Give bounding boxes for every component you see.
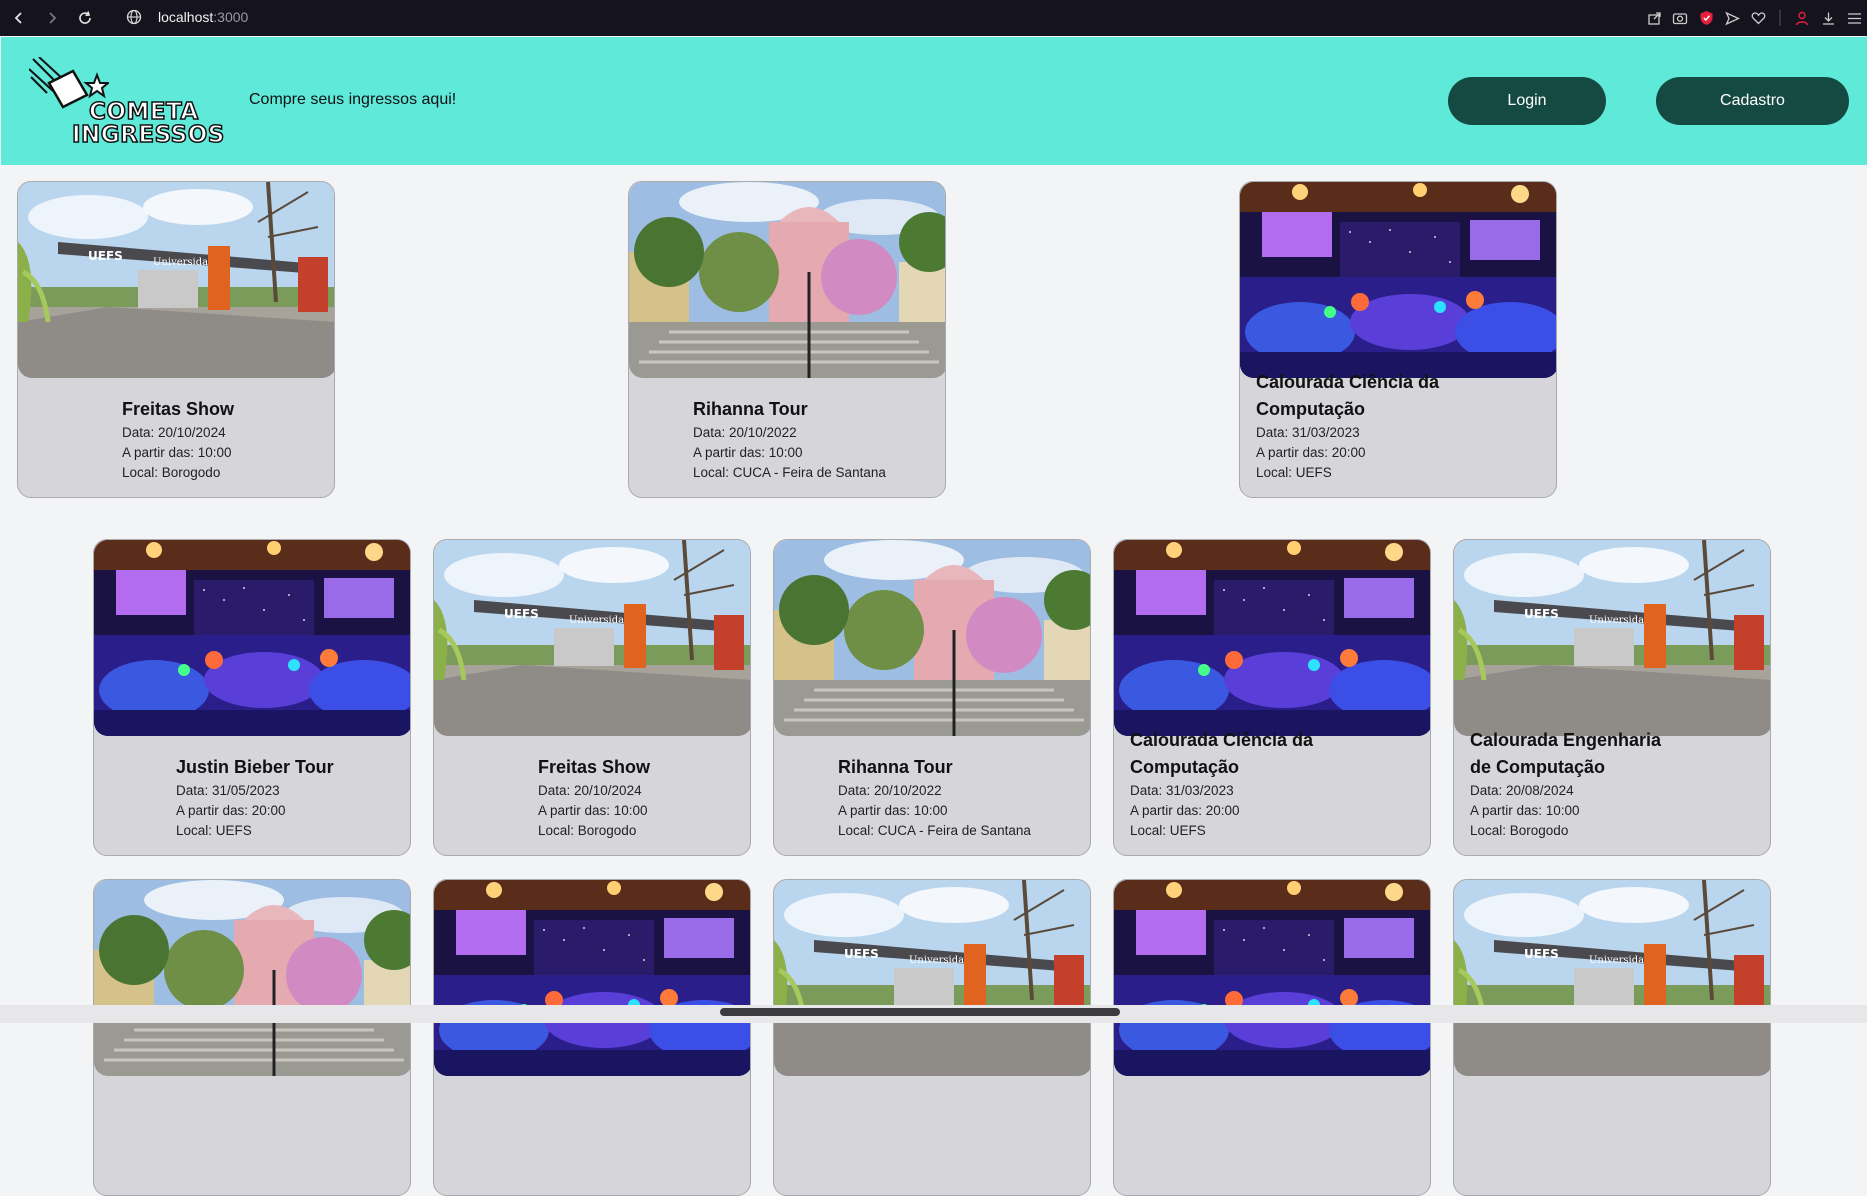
event-title: Freitas Show bbox=[538, 757, 651, 777]
share-icon[interactable] bbox=[1641, 8, 1667, 28]
svg-text:UEFS: UEFS bbox=[88, 249, 123, 263]
event-card[interactable] bbox=[433, 879, 751, 1196]
event-location: Local: Borogodo bbox=[1470, 823, 1569, 838]
browser-toolbar: localhost:3000 bbox=[0, 0, 1867, 36]
event-location: Local: UEFS bbox=[1256, 465, 1332, 480]
svg-text:UEFS: UEFS bbox=[1524, 947, 1559, 961]
event-card[interactable]: UEFS Universidade bbox=[1453, 879, 1771, 1196]
event-info: Rihanna Tour Data: 20/10/2022 A partir das… bbox=[774, 754, 1090, 841]
event-location: Local: CUCA - Feira de Santana bbox=[693, 465, 886, 480]
event-date: Data: 31/03/2023 bbox=[1256, 425, 1360, 440]
heart-icon[interactable] bbox=[1745, 8, 1771, 28]
svg-text:UEFS: UEFS bbox=[504, 607, 539, 621]
horizontal-scrollbar[interactable] bbox=[0, 1005, 1867, 1023]
event-time: A partir das: 10:00 bbox=[693, 445, 803, 460]
event-time: A partir das: 10:00 bbox=[122, 445, 232, 460]
event-card[interactable]: UEFS Universidade Freitas Show Data: 20/1… bbox=[17, 181, 335, 498]
event-title: Freitas Show bbox=[122, 399, 235, 419]
event-title: Calourada Ciência da Computação bbox=[1256, 372, 1440, 419]
globe-icon bbox=[126, 9, 142, 30]
camera-icon[interactable] bbox=[1667, 8, 1693, 28]
event-date: Data: 31/03/2023 bbox=[1130, 783, 1234, 798]
event-time: A partir das: 20:00 bbox=[1130, 803, 1240, 818]
event-image[interactable]: UEFS Universidade bbox=[1454, 880, 1770, 1076]
event-location: Local: UEFS bbox=[1130, 823, 1206, 838]
event-time: A partir das: 10:00 bbox=[1470, 803, 1580, 818]
event-location: Local: Borogodo bbox=[122, 465, 221, 480]
event-info: Justin Bieber Tour Data: 31/05/2023 A part… bbox=[94, 754, 410, 841]
event-image[interactable]: UEFS Universidade bbox=[1454, 540, 1770, 736]
forward-icon[interactable] bbox=[43, 9, 61, 27]
event-date: Data: 20/10/2022 bbox=[838, 783, 942, 798]
event-card[interactable]: Justin Bieber Tour Data: 31/05/2023 A part… bbox=[93, 539, 411, 856]
event-location: Local: Borogodo bbox=[538, 823, 637, 838]
menu-icon[interactable] bbox=[1841, 8, 1867, 28]
event-image[interactable] bbox=[94, 540, 410, 736]
event-card[interactable]: UEFS Universidade Freitas Show Data: 20/1… bbox=[433, 539, 751, 856]
login-button[interactable]: Login bbox=[1448, 77, 1606, 125]
back-icon[interactable] bbox=[10, 9, 28, 27]
send-icon[interactable] bbox=[1719, 8, 1745, 28]
divider bbox=[1771, 8, 1789, 28]
event-time: A partir das: 10:00 bbox=[838, 803, 948, 818]
event-image[interactable] bbox=[629, 182, 945, 378]
event-card[interactable]: UEFS Universidade bbox=[773, 879, 1091, 1196]
event-card[interactable]: UEFS Universidade Calourada Engenharia d… bbox=[1453, 539, 1771, 856]
svg-text:UEFS: UEFS bbox=[844, 947, 879, 961]
logo-text-ingressos: INGRESSOS bbox=[71, 122, 225, 148]
event-title: Calourada Engenharia de Computação bbox=[1470, 730, 1662, 777]
url-host: localhost bbox=[158, 9, 214, 25]
event-image[interactable] bbox=[1114, 880, 1430, 1076]
event-date: Data: 20/10/2024 bbox=[538, 783, 642, 798]
event-card[interactable]: Calourada Ciência da Computação Data: 31/… bbox=[1239, 181, 1557, 498]
event-info: Rihanna Tour Data: 20/10/2022 A partir das… bbox=[629, 396, 945, 483]
event-time: A partir das: 10:00 bbox=[538, 803, 648, 818]
event-info: Calourada Ciência da Computação Data: 31/… bbox=[1114, 727, 1430, 841]
event-image[interactable]: UEFS Universidade bbox=[434, 540, 750, 736]
header-tagline: Compre seus ingressos aqui! bbox=[249, 91, 457, 108]
svg-text:UEFS: UEFS bbox=[1524, 607, 1559, 621]
event-location: Local: CUCA - Feira de Santana bbox=[838, 823, 1031, 838]
reload-icon[interactable] bbox=[76, 9, 94, 27]
event-card[interactable] bbox=[1113, 879, 1431, 1196]
event-date: Data: 20/08/2024 bbox=[1470, 783, 1574, 798]
event-info: Freitas Show Data: 20/10/2024 A partir das… bbox=[434, 754, 750, 841]
event-image[interactable]: UEFS Universidade bbox=[18, 182, 334, 378]
event-time: A partir das: 20:00 bbox=[176, 803, 286, 818]
scrollbar-thumb[interactable] bbox=[720, 1008, 1120, 1016]
event-image[interactable] bbox=[94, 880, 410, 1076]
event-info: Calourada Engenharia de Computação Data: … bbox=[1454, 727, 1770, 841]
event-date: Data: 20/10/2024 bbox=[122, 425, 226, 440]
event-card[interactable]: Rihanna Tour Data: 20/10/2022 A partir das… bbox=[628, 181, 946, 498]
event-title: Justin Bieber Tour bbox=[176, 757, 334, 777]
event-image[interactable] bbox=[1240, 182, 1556, 378]
event-date: Data: 31/05/2023 bbox=[176, 783, 280, 798]
event-image[interactable] bbox=[434, 880, 750, 1076]
download-icon[interactable] bbox=[1815, 8, 1841, 28]
event-info: Freitas Show Data: 20/10/2024 A partir das… bbox=[18, 396, 334, 483]
event-title: Rihanna Tour bbox=[838, 757, 953, 777]
site-header: COMETA INGRESSOS Compre seus ingressos a… bbox=[1, 37, 1867, 165]
event-title: Rihanna Tour bbox=[693, 399, 808, 419]
event-location: Local: UEFS bbox=[176, 823, 252, 838]
event-title: Calourada Ciência da Computação bbox=[1130, 730, 1314, 777]
site-logo[interactable]: COMETA INGRESSOS bbox=[29, 57, 225, 157]
event-date: Data: 20/10/2022 bbox=[693, 425, 797, 440]
event-card[interactable]: Calourada Ciência da Computação Data: 31/… bbox=[1113, 539, 1431, 856]
event-time: A partir das: 20:00 bbox=[1256, 445, 1366, 460]
logo-text-cometa: COMETA bbox=[88, 99, 199, 125]
signup-button[interactable]: Cadastro bbox=[1656, 77, 1849, 125]
url-port: :3000 bbox=[213, 9, 249, 25]
event-image[interactable] bbox=[1114, 540, 1430, 736]
event-card[interactable]: Rihanna Tour Data: 20/10/2022 A partir das… bbox=[773, 539, 1091, 856]
event-image[interactable]: UEFS Universidade bbox=[774, 880, 1090, 1076]
address-bar[interactable]: localhost:3000 bbox=[158, 9, 248, 25]
event-card[interactable] bbox=[93, 879, 411, 1196]
shield-icon[interactable] bbox=[1693, 8, 1719, 28]
event-info: Calourada Ciência da Computação Data: 31/… bbox=[1240, 369, 1556, 483]
profile-icon[interactable] bbox=[1789, 8, 1815, 28]
event-image[interactable] bbox=[774, 540, 1090, 736]
